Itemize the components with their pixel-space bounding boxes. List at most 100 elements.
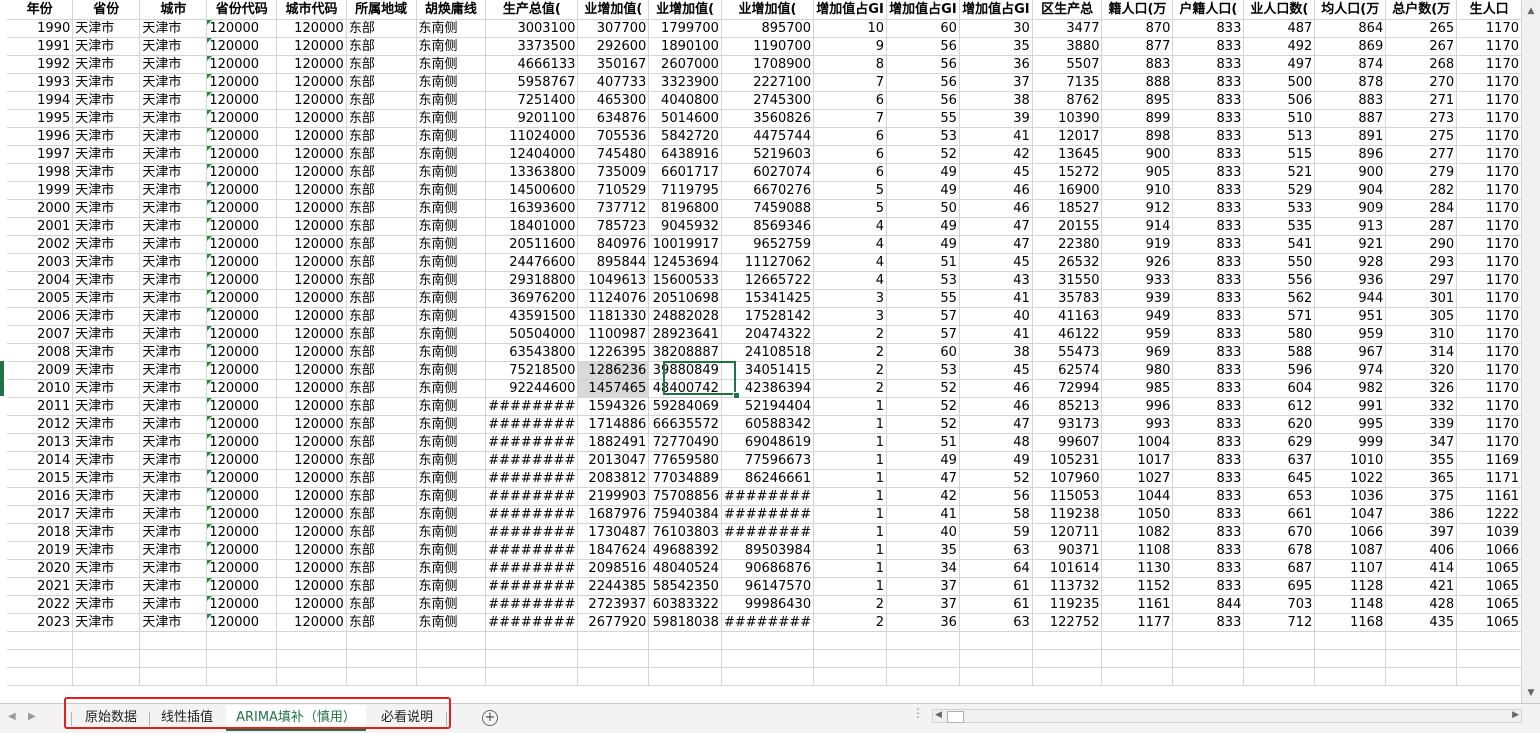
table-cell[interactable]: 46 bbox=[959, 379, 1033, 398]
table-cell[interactable]: 6438916 bbox=[648, 145, 722, 164]
table-cell[interactable]: 56 bbox=[886, 91, 960, 110]
table-cell[interactable]: ######## bbox=[485, 397, 579, 416]
table-cell[interactable]: 85213 bbox=[1032, 397, 1103, 416]
table-cell[interactable]: 90371 bbox=[1032, 541, 1103, 560]
table-cell[interactable]: 833 bbox=[1172, 163, 1245, 182]
table-cell[interactable]: 397 bbox=[1385, 523, 1458, 542]
table-cell[interactable]: 1799700 bbox=[648, 19, 722, 38]
table-cell[interactable]: ######## bbox=[485, 541, 579, 560]
table-cell[interactable]: 2015 bbox=[7, 469, 74, 488]
empty-cell[interactable] bbox=[886, 649, 960, 668]
table-cell[interactable]: 48040524 bbox=[648, 559, 722, 578]
table-cell[interactable]: 634876 bbox=[577, 109, 650, 128]
table-cell[interactable]: 1991 bbox=[7, 37, 74, 56]
table-cell[interactable]: 1170 bbox=[1456, 19, 1522, 38]
table-cell[interactable]: 2017 bbox=[7, 505, 74, 524]
table-cell[interactable]: 120000 bbox=[276, 109, 347, 128]
empty-cell[interactable] bbox=[1243, 631, 1316, 650]
table-cell[interactable]: 1170 bbox=[1456, 235, 1522, 254]
table-cell[interactable]: 东部 bbox=[346, 289, 417, 308]
table-cell[interactable]: 1 bbox=[813, 577, 887, 596]
table-cell[interactable]: 2 bbox=[813, 325, 887, 344]
table-cell[interactable]: 1190700 bbox=[721, 37, 815, 56]
table-cell[interactable]: 1170 bbox=[1456, 397, 1522, 416]
table-cell[interactable]: 东部 bbox=[346, 91, 417, 110]
empty-cell[interactable] bbox=[1172, 649, 1245, 668]
table-cell[interactable]: 东南侧 bbox=[416, 235, 487, 254]
table-cell[interactable]: 天津市 bbox=[139, 181, 208, 200]
table-cell[interactable]: 35 bbox=[886, 541, 960, 560]
table-cell[interactable]: 4 bbox=[813, 235, 887, 254]
table-cell[interactable]: 1170 bbox=[1456, 307, 1522, 326]
empty-cell[interactable] bbox=[1456, 649, 1522, 668]
table-cell[interactable]: 64 bbox=[959, 559, 1033, 578]
table-cell[interactable]: 833 bbox=[1172, 181, 1245, 200]
table-cell[interactable]: 120000 bbox=[206, 235, 278, 254]
table-cell[interactable]: 1170 bbox=[1456, 415, 1522, 434]
table-cell[interactable]: 899 bbox=[1101, 109, 1174, 128]
table-cell[interactable]: 1170 bbox=[1456, 271, 1522, 290]
table-cell[interactable]: 东南侧 bbox=[416, 433, 487, 452]
splitter-handle-icon[interactable]: ⋮ bbox=[912, 706, 924, 720]
table-cell[interactable]: 天津市 bbox=[72, 127, 141, 146]
table-cell[interactable]: 77034889 bbox=[648, 469, 722, 488]
table-cell[interactable]: 2723937 bbox=[577, 595, 650, 614]
table-cell[interactable]: 120000 bbox=[206, 145, 278, 164]
table-cell[interactable]: 1017 bbox=[1101, 451, 1174, 470]
table-cell[interactable]: 1594326 bbox=[577, 397, 650, 416]
table-cell[interactable]: 4040800 bbox=[648, 91, 722, 110]
empty-cell[interactable] bbox=[813, 667, 887, 686]
table-cell[interactable]: 120000 bbox=[276, 469, 347, 488]
table-cell[interactable]: 36 bbox=[886, 613, 960, 632]
table-cell[interactable]: 3003100 bbox=[485, 19, 579, 38]
table-cell[interactable]: 40 bbox=[959, 307, 1033, 326]
table-cell[interactable]: 307700 bbox=[577, 19, 650, 38]
table-cell[interactable]: 562 bbox=[1243, 289, 1316, 308]
empty-cell[interactable] bbox=[721, 649, 815, 668]
table-cell[interactable]: 1170 bbox=[1456, 145, 1522, 164]
table-cell[interactable]: 56 bbox=[886, 55, 960, 74]
table-cell[interactable]: 1994 bbox=[7, 91, 74, 110]
table-cell[interactable]: 3323900 bbox=[648, 73, 722, 92]
empty-cell[interactable] bbox=[886, 667, 960, 686]
table-cell[interactable]: 1036 bbox=[1314, 487, 1387, 506]
column-header[interactable]: 省份 bbox=[72, 0, 141, 20]
table-cell[interactable]: 120000 bbox=[276, 415, 347, 434]
table-cell[interactable]: 909 bbox=[1314, 199, 1387, 218]
table-cell[interactable]: 16900 bbox=[1032, 181, 1103, 200]
table-cell[interactable]: 86246661 bbox=[721, 469, 815, 488]
table-cell[interactable]: 533 bbox=[1243, 199, 1316, 218]
table-cell[interactable]: 120000 bbox=[276, 199, 347, 218]
table-cell[interactable]: 1457465 bbox=[577, 379, 650, 398]
table-cell[interactable]: 105231 bbox=[1032, 451, 1103, 470]
spreadsheet-sheet[interactable]: 年份 省份 城市 省份代码 城市代码 所属地域 胡焕庸线 生产总值(业增加值(业增加值(业增加… bbox=[0, 0, 1522, 703]
table-cell[interactable]: 天津市 bbox=[139, 307, 208, 326]
table-cell[interactable]: 120000 bbox=[276, 451, 347, 470]
table-cell[interactable]: 天津市 bbox=[139, 271, 208, 290]
table-cell[interactable]: 5842720 bbox=[648, 127, 722, 146]
table-cell[interactable]: 2001 bbox=[7, 217, 74, 236]
table-cell[interactable]: 991 bbox=[1314, 397, 1387, 416]
empty-cell[interactable] bbox=[1243, 649, 1316, 668]
table-cell[interactable]: 339 bbox=[1385, 415, 1458, 434]
table-cell[interactable]: 1170 bbox=[1456, 127, 1522, 146]
table-cell[interactable]: ######## bbox=[721, 487, 815, 506]
table-cell[interactable]: 天津市 bbox=[139, 253, 208, 272]
column-header[interactable]: 年份 bbox=[7, 0, 74, 20]
table-cell[interactable]: 49 bbox=[886, 451, 960, 470]
table-cell[interactable]: 天津市 bbox=[72, 487, 141, 506]
table-cell[interactable]: 320 bbox=[1385, 361, 1458, 380]
table-cell[interactable]: 497 bbox=[1243, 55, 1316, 74]
table-cell[interactable]: 东部 bbox=[346, 127, 417, 146]
table-cell[interactable]: 951 bbox=[1314, 307, 1387, 326]
table-cell[interactable]: 833 bbox=[1172, 379, 1245, 398]
table-cell[interactable]: 58542350 bbox=[648, 577, 722, 596]
empty-cell[interactable] bbox=[721, 631, 815, 650]
table-cell[interactable]: 275 bbox=[1385, 127, 1458, 146]
table-cell[interactable]: 833 bbox=[1172, 613, 1245, 632]
table-cell[interactable]: 120000 bbox=[276, 289, 347, 308]
table-cell[interactable]: 6670276 bbox=[721, 181, 815, 200]
table-cell[interactable]: 1169 bbox=[1456, 451, 1522, 470]
table-cell[interactable]: 1128 bbox=[1314, 577, 1387, 596]
table-cell[interactable]: 52 bbox=[886, 145, 960, 164]
